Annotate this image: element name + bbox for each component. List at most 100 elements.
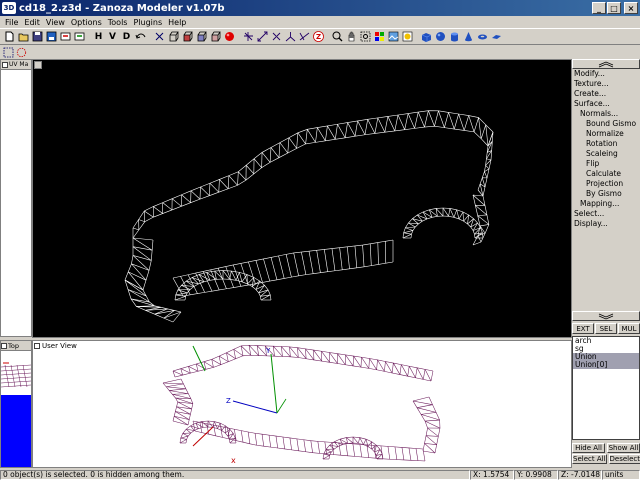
select-region-icon[interactable] [3, 47, 14, 58]
mul-tab[interactable]: MUL [618, 323, 640, 334]
minimize-button[interactable]: _ [592, 2, 606, 14]
texture-icon[interactable] [387, 30, 400, 43]
command-item[interactable]: Normalize [572, 129, 640, 139]
gizmo-icon[interactable] [298, 30, 311, 43]
user-view-label: User View [42, 342, 77, 350]
save-icon[interactable] [31, 30, 44, 43]
car-mesh-render [124, 110, 494, 323]
status-x-coordinate: X: 1.5754 [470, 469, 514, 480]
cube-textured-icon[interactable] [195, 30, 208, 43]
user-view-viewport[interactable]: Y Z x User View [32, 340, 572, 468]
scale-icon[interactable] [256, 30, 269, 43]
menu-help[interactable]: Help [165, 18, 189, 27]
view-h-button[interactable]: H [92, 30, 105, 43]
import-icon[interactable] [59, 30, 72, 43]
ext-tab[interactable]: EXT [572, 323, 594, 334]
command-item[interactable]: Calculate [572, 169, 640, 179]
menu-tools[interactable]: Tools [105, 18, 131, 27]
command-item[interactable]: Modify... [572, 69, 640, 79]
command-item[interactable]: By Gismo [572, 189, 640, 199]
move-icon[interactable] [153, 30, 166, 43]
top-view-menu-button[interactable] [1, 342, 7, 349]
maximize-button[interactable]: □ [607, 2, 621, 14]
command-tree: Modify... Texture... Create... Surface... No… [572, 69, 640, 311]
command-item[interactable]: Rotation [572, 139, 640, 149]
main-3d-viewport[interactable] [32, 59, 572, 338]
main-toolbar: H V D Z [0, 28, 640, 45]
material-icon[interactable] [373, 30, 386, 43]
close-button[interactable]: × [624, 2, 638, 14]
scroll-down-button[interactable] [572, 311, 640, 321]
command-item[interactable]: Texture... [572, 79, 640, 89]
rotate-icon[interactable] [270, 30, 283, 43]
pan-hand-icon[interactable] [345, 30, 358, 43]
menu-view[interactable]: View [43, 18, 68, 27]
double-chevron-up-icon [598, 61, 614, 67]
command-item[interactable]: Mapping... [572, 199, 640, 209]
torus-primitive-icon[interactable] [476, 30, 489, 43]
object-list-item[interactable]: Union[0] [573, 361, 639, 369]
viewport-menu-button[interactable] [34, 61, 42, 69]
transform-icon[interactable] [242, 30, 255, 43]
status-message: 0 object(s) is selected. 0 is hidden amo… [0, 469, 470, 480]
sel-tab[interactable]: SEL [595, 323, 617, 334]
command-item[interactable]: Select... [572, 209, 640, 219]
menu-edit[interactable]: Edit [21, 18, 43, 27]
uv-map-toggle[interactable] [2, 61, 8, 68]
box-primitive-icon[interactable] [420, 30, 433, 43]
command-item[interactable]: Scaleing [572, 149, 640, 159]
uv-map-tab-label: UV Ma [9, 61, 29, 68]
axis-x-label: x [231, 456, 236, 465]
undo-icon[interactable] [134, 30, 147, 43]
top-view-label: Top [8, 341, 19, 350]
command-item[interactable]: Create... [572, 89, 640, 99]
title-bar: 3D cd18_2.z3d - Zanoza Modeler v1.07b _ … [0, 0, 640, 16]
command-item[interactable]: Projection [572, 179, 640, 189]
deselect-button[interactable]: Deselect [608, 454, 640, 464]
menu-file[interactable]: File [2, 18, 21, 27]
plane-primitive-icon[interactable] [490, 30, 503, 43]
save-as-icon[interactable] [45, 30, 58, 43]
select-all-button[interactable]: Select All [572, 454, 607, 464]
cube-shaded-icon[interactable] [209, 30, 222, 43]
command-item[interactable]: Bound Gismo [572, 119, 640, 129]
cone-primitive-icon[interactable] [462, 30, 475, 43]
view-v-button[interactable]: V [106, 30, 119, 43]
render-icon[interactable] [401, 30, 414, 43]
command-panel: Modify... Texture... Create... Surface... No… [572, 59, 640, 464]
cylinder-primitive-icon[interactable] [448, 30, 461, 43]
sphere-red-icon[interactable] [223, 30, 236, 43]
zoom-icon[interactable] [331, 30, 344, 43]
command-item[interactable]: Flip [572, 159, 640, 169]
scroll-up-button[interactable] [572, 59, 640, 69]
axis-icon[interactable] [284, 30, 297, 43]
secondary-toolbar [0, 45, 36, 59]
app-icon[interactable]: 3D [2, 2, 16, 14]
show-all-button[interactable]: Show All [607, 443, 640, 453]
new-file-icon[interactable] [3, 30, 16, 43]
export-icon[interactable] [73, 30, 86, 43]
menu-plugins[interactable]: Plugins [130, 18, 165, 27]
view-d-button[interactable]: D [120, 30, 133, 43]
menu-options[interactable]: Options [68, 18, 105, 27]
axis-z-label: Z [226, 397, 231, 405]
command-item[interactable]: Display... [572, 219, 640, 229]
z-axis-button[interactable]: Z [312, 30, 325, 43]
top-view-panel[interactable]: Top [0, 340, 32, 468]
command-item[interactable]: Surface... [572, 99, 640, 109]
user-view-menu-button[interactable] [34, 343, 40, 349]
top-view-mesh [1, 362, 31, 388]
top-view-selection-area [1, 395, 31, 467]
status-units: units [602, 469, 640, 480]
command-item[interactable]: Normals... [572, 109, 640, 119]
open-folder-icon[interactable] [17, 30, 30, 43]
svg-text:Z: Z [316, 33, 321, 41]
object-list[interactable]: arch sg Union Union[0] [572, 336, 640, 440]
cube-solid-icon[interactable] [181, 30, 194, 43]
region-zoom-icon[interactable] [359, 30, 372, 43]
hide-all-button[interactable]: Hide All [572, 443, 605, 453]
select-circle-icon[interactable] [16, 47, 27, 58]
sphere-primitive-icon[interactable] [434, 30, 447, 43]
cube-wire-icon[interactable] [167, 30, 180, 43]
uv-map-tab[interactable]: UV Ma [1, 60, 31, 70]
